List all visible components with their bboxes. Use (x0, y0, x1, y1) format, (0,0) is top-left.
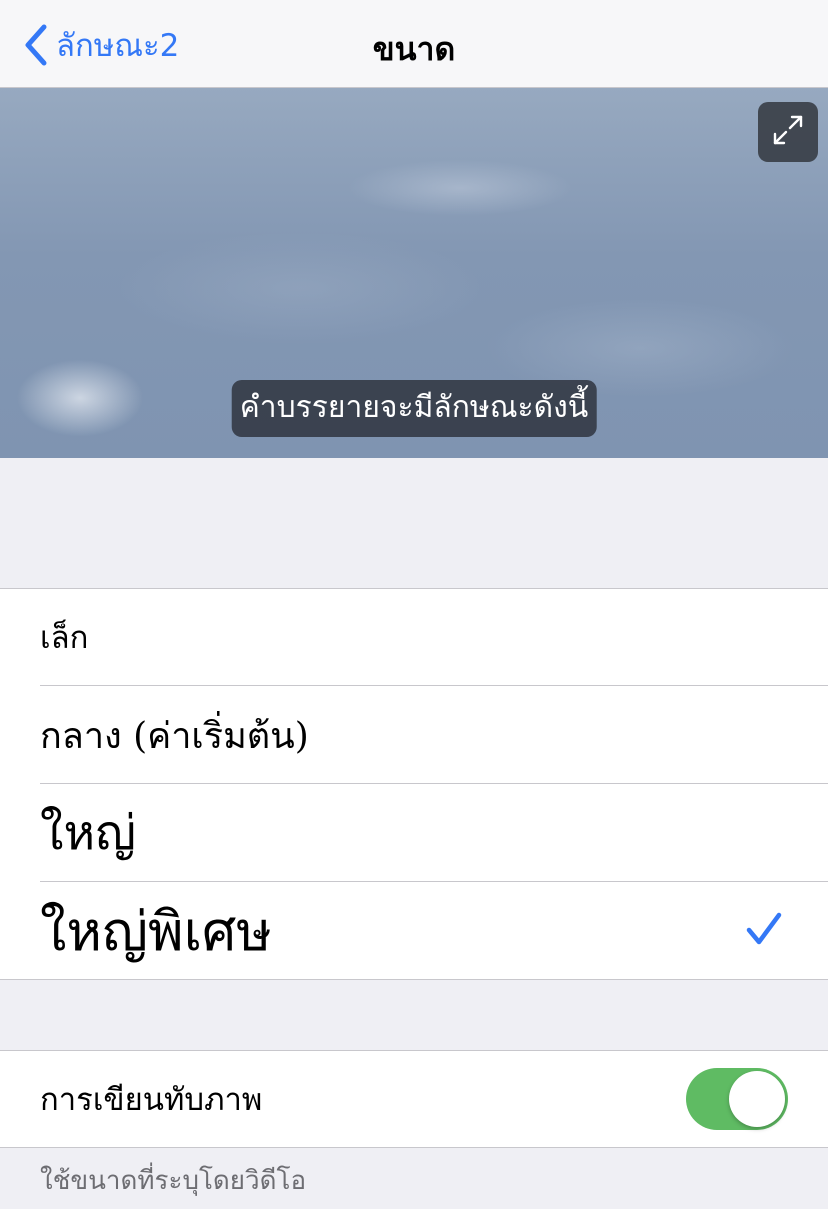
caption-sample-text: คำบรรยายจะมีลักษณะดังนี้ (231, 380, 597, 437)
override-row: การเขียนทับภาพ (0, 1050, 828, 1148)
override-toggle[interactable] (686, 1068, 788, 1130)
checkmark-icon (746, 912, 782, 950)
size-option-small[interactable]: เล็ก (0, 588, 828, 686)
expand-button[interactable] (758, 102, 818, 162)
override-label: การเขียนทับภาพ (40, 1082, 263, 1118)
size-option-label: กลาง (ค่าเริ่มต้น) (40, 715, 309, 757)
size-option-large[interactable]: ใหญ่ (0, 784, 828, 882)
size-option-label: ใหญ่ (40, 805, 136, 861)
toggle-knob (729, 1071, 785, 1127)
size-option-label: ใหญ่พิเศษ (40, 900, 272, 963)
size-option-extra-large[interactable]: ใหญ่พิเศษ (0, 882, 828, 980)
page-title: ขนาด (372, 30, 456, 68)
caption-preview: คำบรรยายจะมีลักษณะดังนี้ (0, 88, 828, 458)
size-option-label: เล็ก (40, 620, 89, 656)
size-option-medium[interactable]: กลาง (ค่าเริ่มต้น) (0, 686, 828, 784)
override-footer-note: ใช้ขนาดที่ระบุโดยวิดีโอ (40, 1166, 307, 1196)
expand-icon (771, 113, 805, 151)
navigation-bar: ลักษณะ2 ขนาด (0, 0, 828, 88)
